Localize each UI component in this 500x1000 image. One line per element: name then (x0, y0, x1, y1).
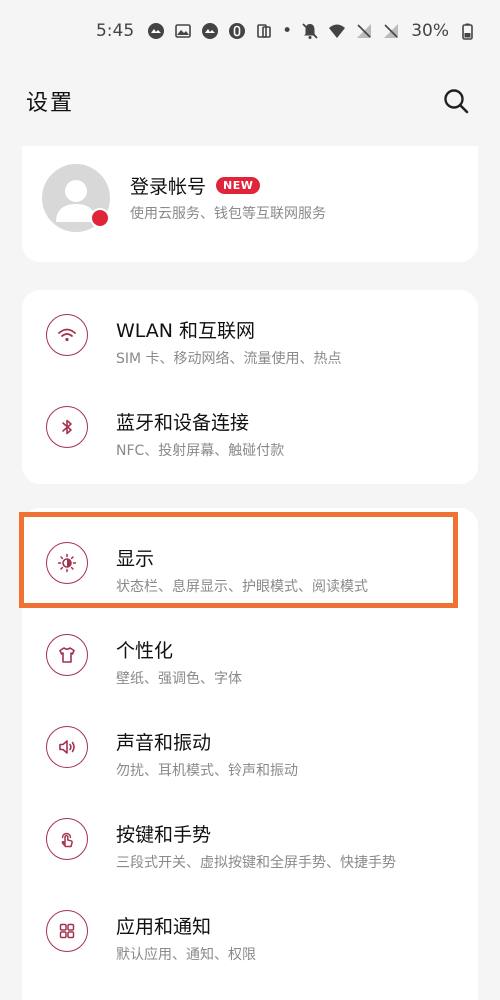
brightness-icon (46, 542, 88, 584)
settings-item-title: 显示 (116, 548, 155, 570)
tshirt-icon (46, 634, 88, 676)
account-title: 登录帐号 (130, 176, 207, 198)
apps-icon (46, 910, 88, 952)
main-settings-card: 显示 状态栏、息屏显示、护眼模式、阅读模式 个性化 壁纸、强调色、字体 声音和振… (22, 508, 478, 1000)
gallery-icon (174, 22, 192, 40)
settings-item-title: WLAN 和互联网 (116, 320, 256, 342)
signal-icon (355, 22, 373, 40)
new-badge: NEW (216, 177, 261, 194)
speaker-icon (46, 726, 88, 768)
settings-item-title: 应用和通知 (116, 916, 212, 938)
battery-icon (458, 22, 476, 40)
page-title: 设置 (26, 91, 75, 116)
account-subtitle: 使用云服务、钱包等互联网服务 (130, 206, 326, 222)
gesture-icon (46, 818, 88, 860)
status-dot: • (282, 21, 293, 41)
search-icon[interactable] (440, 85, 472, 117)
wifi-icon (328, 22, 346, 40)
settings-item-buttons-gestures[interactable]: 按键和手势 三段式开关、虚拟按键和全屏手势、快捷手势 (22, 796, 478, 888)
wifi-icon (46, 314, 88, 356)
vpn-icon (228, 22, 246, 40)
settings-item-sound[interactable]: 声音和振动 勿扰、耳机模式、铃声和振动 (22, 704, 478, 796)
signal-icon (382, 22, 400, 40)
settings-item-wlan[interactable]: WLAN 和互联网 SIM 卡、移动网络、流量使用、热点 (22, 292, 478, 384)
settings-item-title: 声音和振动 (116, 732, 212, 754)
settings-item-apps-notifications[interactable]: 应用和通知 默认应用、通知、权限 (22, 888, 478, 980)
settings-item-bluetooth[interactable]: 蓝牙和设备连接 NFC、投射屏幕、触碰付款 (22, 384, 478, 476)
notification-icon (201, 22, 219, 40)
settings-item-subtitle: 勿扰、耳机模式、铃声和振动 (116, 763, 298, 779)
settings-item-display[interactable]: 显示 状态栏、息屏显示、护眼模式、阅读模式 (22, 520, 478, 612)
settings-item-subtitle: NFC、投射屏幕、触碰付款 (116, 443, 285, 459)
status-time: 5:45 (95, 21, 135, 41)
settings-item-title: 按键和手势 (116, 824, 212, 846)
account-card[interactable]: 登录帐号 NEW 使用云服务、钱包等互联网服务 (22, 146, 478, 262)
network-settings-card: WLAN 和互联网 SIM 卡、移动网络、流量使用、热点 蓝牙和设备连接 NFC… (22, 290, 478, 484)
app-bar: 设置 (0, 68, 500, 134)
notification-dot (90, 208, 110, 228)
notification-icon (147, 22, 165, 40)
bluetooth-icon (46, 406, 88, 448)
settings-item-title: 个性化 (116, 640, 174, 662)
battery-percent: 30% (411, 21, 449, 41)
settings-item-title: 蓝牙和设备连接 (116, 412, 250, 434)
settings-item-subtitle: SIM 卡、移动网络、流量使用、热点 (116, 351, 342, 367)
settings-item-subtitle: 壁纸、强调色、字体 (116, 671, 242, 687)
status-bar: 5:45 • 30% (0, 0, 500, 62)
account-row[interactable]: 登录帐号 NEW 使用云服务、钱包等互联网服务 (22, 146, 478, 262)
settings-item-subtitle: 默认应用、通知、权限 (116, 947, 256, 963)
clipboard-icon (255, 22, 273, 40)
settings-item-subtitle: 状态栏、息屏显示、护眼模式、阅读模式 (116, 579, 368, 595)
mute-icon (301, 22, 319, 40)
settings-item-subtitle: 三段式开关、虚拟按键和全屏手势、快捷手势 (116, 855, 396, 871)
settings-item-personalization[interactable]: 个性化 壁纸、强调色、字体 (22, 612, 478, 704)
account-title-line: 登录帐号 NEW (130, 172, 261, 199)
